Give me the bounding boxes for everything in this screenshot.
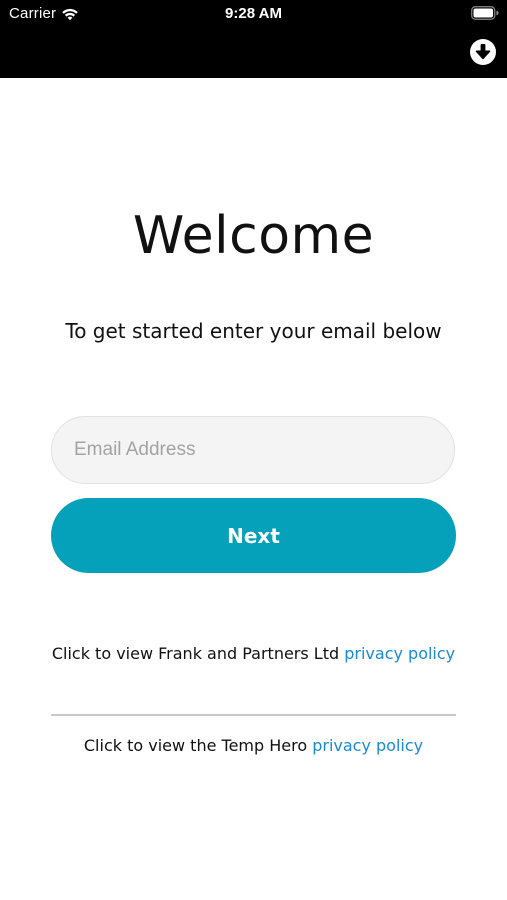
privacy-text-frank: Click to view Frank and Partners Ltd	[51, 644, 345, 663]
privacy-text-temp-hero: Click to view the Temp Hero	[83, 736, 313, 755]
download-circle-icon	[470, 39, 496, 65]
battery-icon	[471, 6, 499, 20]
page-title: Welcome	[132, 206, 375, 266]
top-bar: Carrier 9:28 AM	[0, 0, 507, 78]
privacy-policy-link-frank[interactable]: privacy policy	[344, 644, 455, 663]
status-time: 9:28 AM	[225, 5, 282, 22]
page-subtitle: To get started enter your email below	[65, 319, 442, 343]
download-button[interactable]	[469, 38, 497, 66]
privacy-policy-link-temp-hero[interactable]: privacy policy	[312, 736, 423, 755]
privacy-line-frank: Click to view Frank and Partners Ltd pri…	[0, 644, 507, 663]
email-field[interactable]	[51, 416, 455, 484]
status-bar: Carrier 9:28 AM	[0, 0, 507, 28]
divider	[51, 714, 456, 716]
app-screen: Carrier 9:28 AM Welcome To get started e…	[0, 0, 507, 900]
privacy-line-temp-hero: Click to view the Temp Hero privacy poli…	[0, 736, 507, 755]
next-button[interactable]: Next	[51, 498, 456, 573]
